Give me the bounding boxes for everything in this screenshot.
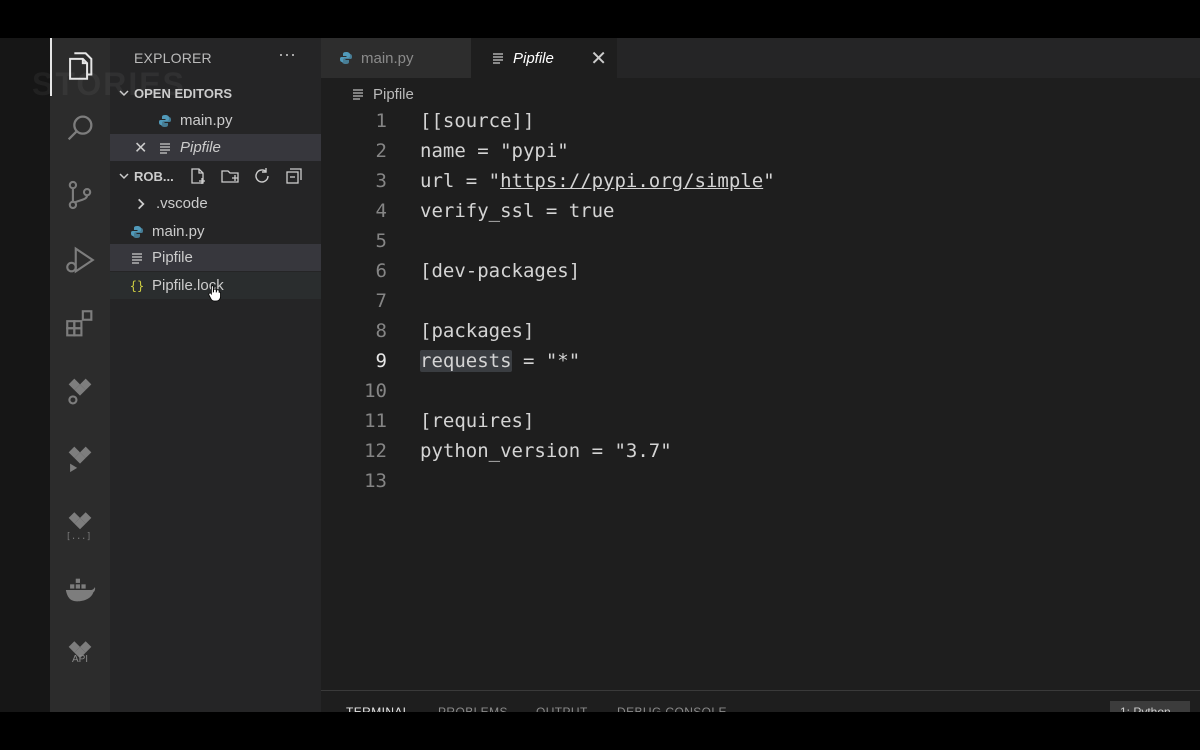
svg-text:[...]: [...]: [66, 532, 92, 542]
tab-bar: main.py Pipfile ✕: [321, 38, 1200, 78]
folder-label: ROB...: [134, 168, 174, 184]
code-line: 8 [packages]: [321, 316, 1200, 346]
left-border-strip: [0, 38, 50, 712]
line-number: 13: [364, 470, 387, 492]
lines-icon: [128, 249, 146, 267]
python-icon: [337, 49, 355, 67]
editor-area: main.py Pipfile ✕ Pipfile 1 [[source]] 2…: [321, 38, 1200, 690]
json-braces-icon: {}: [129, 278, 145, 293]
run-debug-icon[interactable]: [50, 236, 110, 284]
refresh-icon[interactable]: [252, 166, 272, 186]
line-text: verify_ssl = true: [420, 200, 615, 222]
line-text: python_version = "3.7": [420, 440, 672, 462]
line-text: url = ": [420, 170, 501, 192]
extensions-icon[interactable]: [50, 300, 110, 348]
source-control-icon[interactable]: [50, 171, 110, 219]
explorer-sidebar: STORIES EXPLORER ··· OPEN EDITORS main.p…: [32, 38, 321, 712]
code-line: 2 name = "pypi": [321, 136, 1200, 166]
line-number: 5: [375, 230, 387, 252]
close-tab-icon[interactable]: ✕: [590, 46, 607, 71]
highlighted-word: requests: [420, 350, 512, 372]
open-editor-label: main.py: [180, 112, 233, 129]
code-line: 3 url = "https://pypi.org/simple": [321, 166, 1200, 196]
line-number: 12: [364, 440, 387, 462]
line-number: 1: [375, 110, 387, 132]
line-text: = "*": [511, 350, 581, 372]
vscode-window: [...] API STORIES EXPLORER ··· OPEN EDIT…: [0, 38, 1200, 719]
line-number: 8: [375, 320, 387, 342]
line-text: [[source]]: [420, 110, 535, 132]
breadcrumb[interactable]: Pipfile: [349, 83, 414, 105]
bottom-panel: TERMINAL PROBLEMS OUTPUT DEBUG CONSOLE 1…: [321, 690, 1200, 719]
lines-icon: [489, 49, 507, 67]
code-line: 10: [321, 376, 1200, 406]
breadcrumb-label: Pipfile: [373, 85, 414, 103]
tree-item-vscode[interactable]: .vscode: [110, 190, 321, 217]
line-text: name = "pypi": [420, 140, 569, 162]
api-label: API: [71, 654, 89, 665]
more-actions-button[interactable]: ···: [278, 44, 296, 65]
hand-cursor-icon: [208, 285, 221, 302]
tab-label: Pipfile: [513, 49, 554, 67]
url-link[interactable]: https://pypi.org/simple: [500, 170, 763, 192]
line-text: ": [763, 170, 775, 192]
line-number: 7: [375, 290, 387, 312]
tree-item-pipfile-lock[interactable]: {} Pipfile.lock: [110, 272, 321, 302]
new-file-icon[interactable]: [188, 166, 208, 186]
folder-header[interactable]: ROB...: [110, 163, 321, 189]
code-line: 9 requests = "*": [321, 346, 1200, 376]
docker-icon[interactable]: [50, 566, 110, 614]
line-number: 3: [375, 170, 387, 192]
tree-item-pipfile[interactable]: Pipfile: [110, 244, 321, 271]
open-editors-header[interactable]: OPEN EDITORS: [110, 80, 321, 106]
chevron-down-icon: [114, 87, 134, 99]
code-line: 12 python_version = "3.7": [321, 436, 1200, 466]
tab-pipfile[interactable]: Pipfile ✕: [471, 38, 617, 78]
python-icon: [128, 223, 146, 241]
open-editor-label: Pipfile: [180, 139, 221, 156]
line-number: 2: [375, 140, 387, 162]
open-editor-item[interactable]: main.py: [110, 107, 321, 134]
activity-bar: [...] API: [50, 38, 110, 712]
search-icon[interactable]: [50, 104, 110, 152]
line-number: 9: [375, 350, 387, 372]
line-text: [dev-packages]: [420, 260, 581, 282]
tree-item-label: .vscode: [156, 195, 208, 212]
code-line: 13: [321, 466, 1200, 496]
open-editor-item[interactable]: ✕ Pipfile: [110, 134, 321, 161]
tab-label: main.py: [361, 49, 414, 67]
code-line: 5: [321, 226, 1200, 256]
tree-item-label: Pipfile: [152, 249, 193, 266]
tree-item-main-py[interactable]: main.py: [110, 218, 321, 245]
line-number: 4: [375, 200, 387, 222]
bottom-black-bar: [0, 712, 1200, 750]
lines-icon: [349, 85, 367, 103]
robocorp-code-icon[interactable]: [...]: [50, 501, 110, 549]
line-number: 11: [364, 410, 387, 432]
tab-main-py[interactable]: main.py: [321, 38, 471, 78]
lines-icon: [156, 139, 174, 157]
collapse-all-icon[interactable]: [284, 166, 304, 186]
close-icon[interactable]: ✕: [134, 138, 156, 158]
line-text: [packages]: [420, 320, 535, 342]
code-line: 1 [[source]]: [321, 106, 1200, 136]
code-line: 7: [321, 286, 1200, 316]
sidebar-title: EXPLORER: [134, 50, 212, 66]
code-line: 11 [requires]: [321, 406, 1200, 436]
top-black-bar: [0, 0, 1200, 38]
chevron-right-icon: [132, 195, 150, 213]
open-editors-label: OPEN EDITORS: [134, 85, 233, 101]
code-line: 6 [dev-packages]: [321, 256, 1200, 286]
line-number: 10: [364, 380, 387, 402]
line-text: [requires]: [420, 410, 535, 432]
robocorp-run-icon[interactable]: [50, 434, 110, 482]
tree-item-label: main.py: [152, 223, 205, 240]
line-number: 6: [375, 260, 387, 282]
code-line: 4 verify_ssl = true: [321, 196, 1200, 226]
robocorp-icon[interactable]: [50, 366, 110, 414]
new-folder-icon[interactable]: [220, 166, 240, 186]
python-icon: [156, 112, 174, 130]
chevron-down-icon: [114, 170, 134, 182]
